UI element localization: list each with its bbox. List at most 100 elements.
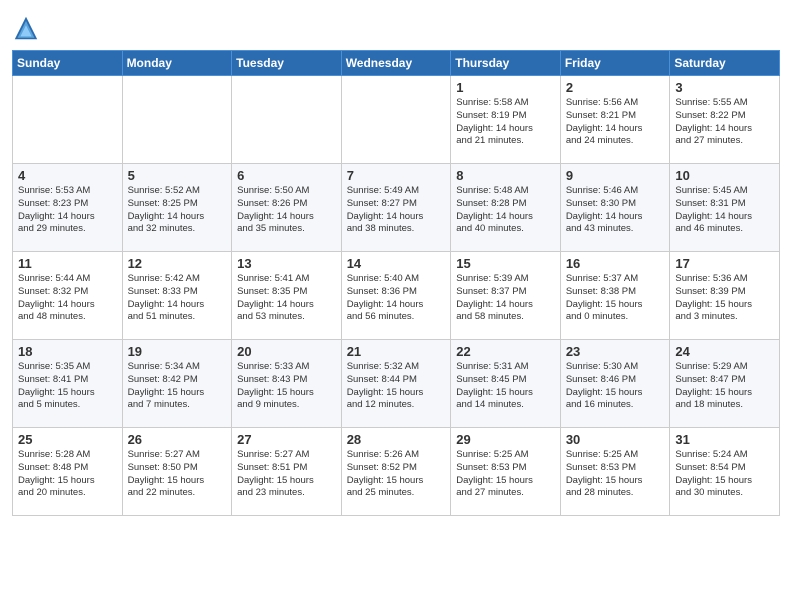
cell-content: Sunrise: 5:56 AM Sunset: 8:21 PM Dayligh… [566, 97, 666, 148]
cell-content: Sunrise: 5:40 AM Sunset: 8:36 PM Dayligh… [347, 273, 447, 324]
calendar-cell [13, 76, 123, 164]
day-number: 8 [456, 168, 556, 183]
calendar-header [12, 10, 780, 42]
cell-content: Sunrise: 5:35 AM Sunset: 8:41 PM Dayligh… [18, 361, 118, 412]
calendar-cell: 15 Sunrise: 5:39 AM Sunset: 8:37 PM Dayli… [451, 252, 561, 340]
day-number: 11 [18, 256, 118, 271]
day-number: 18 [18, 344, 118, 359]
calendar-cell: 31 Sunrise: 5:24 AM Sunset: 8:54 PM Dayli… [670, 428, 780, 516]
calendar-cell: 20 Sunrise: 5:33 AM Sunset: 8:43 PM Dayli… [232, 340, 342, 428]
day-number: 7 [347, 168, 447, 183]
cell-content: Sunrise: 5:45 AM Sunset: 8:31 PM Dayligh… [675, 185, 775, 236]
calendar-cell: 10 Sunrise: 5:45 AM Sunset: 8:31 PM Dayli… [670, 164, 780, 252]
calendar-cell: 3 Sunrise: 5:55 AM Sunset: 8:22 PM Daylig… [670, 76, 780, 164]
calendar-cell [232, 76, 342, 164]
day-number: 15 [456, 256, 556, 271]
calendar-cell: 9 Sunrise: 5:46 AM Sunset: 8:30 PM Daylig… [560, 164, 670, 252]
calendar-row-4: 25 Sunrise: 5:28 AM Sunset: 8:48 PM Dayli… [13, 428, 780, 516]
day-number: 5 [128, 168, 228, 183]
cell-content: Sunrise: 5:33 AM Sunset: 8:43 PM Dayligh… [237, 361, 337, 412]
day-number: 19 [128, 344, 228, 359]
calendar-cell: 12 Sunrise: 5:42 AM Sunset: 8:33 PM Dayli… [122, 252, 232, 340]
calendar-cell: 30 Sunrise: 5:25 AM Sunset: 8:53 PM Dayli… [560, 428, 670, 516]
day-number: 9 [566, 168, 666, 183]
calendar-table: SundayMondayTuesdayWednesdayThursdayFrid… [12, 50, 780, 516]
cell-content: Sunrise: 5:48 AM Sunset: 8:28 PM Dayligh… [456, 185, 556, 236]
calendar-cell: 2 Sunrise: 5:56 AM Sunset: 8:21 PM Daylig… [560, 76, 670, 164]
day-number: 30 [566, 432, 666, 447]
cell-content: Sunrise: 5:27 AM Sunset: 8:50 PM Dayligh… [128, 449, 228, 500]
weekday-header-thursday: Thursday [451, 51, 561, 76]
cell-content: Sunrise: 5:31 AM Sunset: 8:45 PM Dayligh… [456, 361, 556, 412]
logo [12, 14, 42, 42]
day-number: 16 [566, 256, 666, 271]
calendar-cell: 14 Sunrise: 5:40 AM Sunset: 8:36 PM Dayli… [341, 252, 451, 340]
day-number: 25 [18, 432, 118, 447]
day-number: 1 [456, 80, 556, 95]
cell-content: Sunrise: 5:29 AM Sunset: 8:47 PM Dayligh… [675, 361, 775, 412]
calendar-cell: 26 Sunrise: 5:27 AM Sunset: 8:50 PM Dayli… [122, 428, 232, 516]
cell-content: Sunrise: 5:25 AM Sunset: 8:53 PM Dayligh… [566, 449, 666, 500]
day-number: 17 [675, 256, 775, 271]
calendar-cell: 8 Sunrise: 5:48 AM Sunset: 8:28 PM Daylig… [451, 164, 561, 252]
cell-content: Sunrise: 5:52 AM Sunset: 8:25 PM Dayligh… [128, 185, 228, 236]
calendar-cell: 25 Sunrise: 5:28 AM Sunset: 8:48 PM Dayli… [13, 428, 123, 516]
weekday-header-tuesday: Tuesday [232, 51, 342, 76]
day-number: 2 [566, 80, 666, 95]
weekday-header-row: SundayMondayTuesdayWednesdayThursdayFrid… [13, 51, 780, 76]
day-number: 10 [675, 168, 775, 183]
day-number: 20 [237, 344, 337, 359]
cell-content: Sunrise: 5:53 AM Sunset: 8:23 PM Dayligh… [18, 185, 118, 236]
calendar-cell: 1 Sunrise: 5:58 AM Sunset: 8:19 PM Daylig… [451, 76, 561, 164]
calendar-cell: 29Sunrise: 5:25 AM Sunset: 8:53 PM Dayli… [451, 428, 561, 516]
day-number: 13 [237, 256, 337, 271]
weekday-header-wednesday: Wednesday [341, 51, 451, 76]
cell-content: Sunrise: 5:46 AM Sunset: 8:30 PM Dayligh… [566, 185, 666, 236]
calendar-container: SundayMondayTuesdayWednesdayThursdayFrid… [0, 0, 792, 528]
calendar-cell: 27Sunrise: 5:27 AM Sunset: 8:51 PM Dayli… [232, 428, 342, 516]
cell-content: Sunrise: 5:41 AM Sunset: 8:35 PM Dayligh… [237, 273, 337, 324]
calendar-cell [341, 76, 451, 164]
calendar-cell: 16Sunrise: 5:37 AM Sunset: 8:38 PM Dayli… [560, 252, 670, 340]
calendar-cell: 28Sunrise: 5:26 AM Sunset: 8:52 PM Dayli… [341, 428, 451, 516]
cell-content: Sunrise: 5:36 AM Sunset: 8:39 PM Dayligh… [675, 273, 775, 324]
cell-content: Sunrise: 5:50 AM Sunset: 8:26 PM Dayligh… [237, 185, 337, 236]
cell-content: Sunrise: 5:44 AM Sunset: 8:32 PM Dayligh… [18, 273, 118, 324]
calendar-cell: 7Sunrise: 5:49 AM Sunset: 8:27 PM Daylig… [341, 164, 451, 252]
cell-content: Sunrise: 5:39 AM Sunset: 8:37 PM Dayligh… [456, 273, 556, 324]
cell-content: Sunrise: 5:42 AM Sunset: 8:33 PM Dayligh… [128, 273, 228, 324]
day-number: 21 [347, 344, 447, 359]
cell-content: Sunrise: 5:55 AM Sunset: 8:22 PM Dayligh… [675, 97, 775, 148]
day-number: 14 [347, 256, 447, 271]
calendar-cell: 18 Sunrise: 5:35 AM Sunset: 8:41 PM Dayli… [13, 340, 123, 428]
cell-content: Sunrise: 5:32 AM Sunset: 8:44 PM Dayligh… [347, 361, 447, 412]
calendar-cell: 21 Sunrise: 5:32 AM Sunset: 8:44 PM Dayli… [341, 340, 451, 428]
calendar-row-1: 4Sunrise: 5:53 AM Sunset: 8:23 PM Daylig… [13, 164, 780, 252]
cell-content: Sunrise: 5:28 AM Sunset: 8:48 PM Dayligh… [18, 449, 118, 500]
calendar-cell: 4Sunrise: 5:53 AM Sunset: 8:23 PM Daylig… [13, 164, 123, 252]
cell-content: Sunrise: 5:24 AM Sunset: 8:54 PM Dayligh… [675, 449, 775, 500]
day-number: 3 [675, 80, 775, 95]
cell-content: Sunrise: 5:58 AM Sunset: 8:19 PM Dayligh… [456, 97, 556, 148]
weekday-header-monday: Monday [122, 51, 232, 76]
calendar-row-0: 1 Sunrise: 5:58 AM Sunset: 8:19 PM Daylig… [13, 76, 780, 164]
day-number: 27 [237, 432, 337, 447]
day-number: 6 [237, 168, 337, 183]
cell-content: Sunrise: 5:25 AM Sunset: 8:53 PM Dayligh… [456, 449, 556, 500]
calendar-cell: 5 Sunrise: 5:52 AM Sunset: 8:25 PM Daylig… [122, 164, 232, 252]
day-number: 26 [128, 432, 228, 447]
calendar-row-2: 11 Sunrise: 5:44 AM Sunset: 8:32 PM Dayli… [13, 252, 780, 340]
calendar-cell: 11 Sunrise: 5:44 AM Sunset: 8:32 PM Dayli… [13, 252, 123, 340]
calendar-cell: 17 Sunrise: 5:36 AM Sunset: 8:39 PM Dayli… [670, 252, 780, 340]
logo-icon [12, 14, 40, 42]
calendar-cell: 13 Sunrise: 5:41 AM Sunset: 8:35 PM Dayli… [232, 252, 342, 340]
cell-content: Sunrise: 5:30 AM Sunset: 8:46 PM Dayligh… [566, 361, 666, 412]
calendar-cell [122, 76, 232, 164]
weekday-header-saturday: Saturday [670, 51, 780, 76]
weekday-header-sunday: Sunday [13, 51, 123, 76]
day-number: 23 [566, 344, 666, 359]
day-number: 31 [675, 432, 775, 447]
calendar-cell: 24Sunrise: 5:29 AM Sunset: 8:47 PM Dayli… [670, 340, 780, 428]
day-number: 12 [128, 256, 228, 271]
calendar-cell: 22Sunrise: 5:31 AM Sunset: 8:45 PM Dayli… [451, 340, 561, 428]
